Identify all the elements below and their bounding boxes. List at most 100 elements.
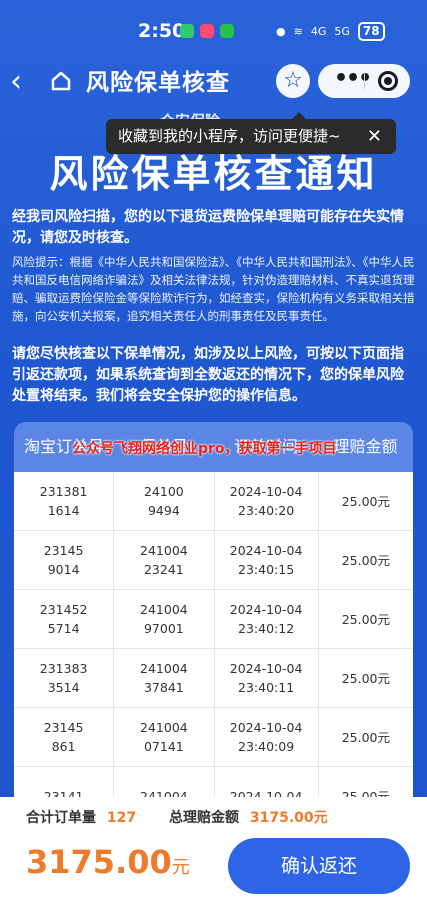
order-time-cell-line: 23:40:15 (238, 562, 295, 577)
wifi-icon: ≋ (293, 25, 303, 38)
order-number-cell-line: 3514 (47, 680, 80, 695)
totals-line: 合计订单量 127 总理赔金额 3175.00元 (26, 807, 328, 827)
claim-amount-cell-line: 25.00元 (341, 493, 390, 509)
claim-amount-cell: 25.00元 (319, 649, 413, 707)
confirm-return-button[interactable]: 确认返还 (228, 838, 410, 894)
policy-number-cell: 241004 97001 (114, 590, 215, 648)
order-number-cell: 23145 861 (14, 708, 115, 766)
order-number-cell: 231452 5714 (14, 590, 115, 648)
order-number-cell-line: 231381 (39, 484, 88, 499)
policy-number-cell-line: 23241 (143, 562, 184, 577)
close-icon[interactable]: ✕ (367, 119, 382, 154)
claim-amount-cell-line: 25.00元 (341, 552, 390, 568)
table-row: 231452 5714 241004 97001 2024-10-04 23:40:12 2… (14, 590, 413, 649)
tooltip-text: 收藏到我的小程序，访问更便捷~ (118, 127, 341, 145)
close-target-icon[interactable] (378, 71, 398, 91)
order-time-cell-line: 2024-10-04 (229, 661, 303, 676)
count-label: 合计订单量 (26, 810, 96, 826)
policy-number-cell-line: 241004 (140, 720, 188, 735)
policy-number-cell-line: 241004 (140, 543, 188, 558)
table-row: 231383 3514 241004 37841 2024-10-04 23:40:11 2… (14, 649, 413, 708)
app-green-icon (220, 24, 234, 38)
claim-amount-cell: 25.00元 (319, 708, 413, 766)
order-time-cell-line: 2024-10-04 (229, 484, 303, 499)
policy-number-cell-line: 97001 (143, 621, 184, 636)
notification-icons (180, 24, 234, 38)
order-number-cell: 231383 3514 (14, 649, 115, 707)
capsule-divider (364, 73, 365, 89)
claim-amount-cell-line: 25.00元 (341, 729, 390, 745)
table-row: 23145 861 241004 07141 2024-10-04 23:40:09 25.… (14, 708, 413, 767)
policy-number-cell-line: 9494 (147, 503, 180, 518)
nav-bar: ‹ 风险保单核查 ☆ ••• (0, 58, 427, 108)
headline: 风险保单核查通知 (49, 152, 378, 196)
watermark-text: 公众号飞翔网络创业pro，获取第一手项目 (72, 441, 337, 457)
big-amount-value: 3175.00 (26, 843, 172, 881)
favorite-tooltip: 收藏到我的小程序，访问更便捷~ ✕ (106, 112, 396, 154)
order-number-cell-line: 861 (51, 739, 76, 754)
claim-amount-cell: 25.00元 (319, 531, 413, 589)
order-number-cell-line: 231383 (39, 661, 88, 676)
back-icon[interactable]: ‹ (10, 64, 22, 100)
order-number-cell-line: 1614 (47, 503, 80, 518)
order-time-cell-line: 23:40:20 (238, 503, 295, 518)
footer-bar: 合计订单量 127 总理赔金额 3175.00元 3175.00元 确认返还 (0, 797, 427, 909)
policy-number-cell: 24100 9494 (114, 472, 215, 530)
order-time-cell: 2024-10-04 23:40:11 (215, 649, 319, 707)
order-time-cell-line: 23:40:11 (238, 680, 295, 695)
order-time-cell-line: 2024-10-04 (229, 720, 303, 735)
intro-text: 经我司风险扫描，您的以下退货运费险保单理赔可能存在失实情况，请您及时核查。 (12, 209, 404, 246)
total-value: 3175.00元 (249, 810, 328, 826)
policy-number-cell: 241004 37841 (114, 649, 215, 707)
big-amount-unit: 元 (171, 857, 190, 878)
policy-table: 淘宝订单号 保单号 订单时间 理赔金额 231381 1614 24100 9494 2… (14, 422, 413, 802)
table-row: 231381 1614 24100 9494 2024-10-04 23:40:20 25.… (14, 472, 413, 531)
big-amount: 3175.00元 (26, 843, 190, 881)
app-red-icon (200, 24, 214, 38)
table-row: 23145 9014 241004 23241 2024-10-04 23:40:15 25… (14, 531, 413, 590)
count-value: 127 (106, 810, 137, 826)
policy-number-cell-line: 241004 (140, 602, 188, 617)
miniprogram-capsule: ••• (318, 64, 410, 98)
order-time-cell-line: 23:40:09 (238, 739, 295, 754)
home-icon[interactable] (50, 70, 72, 96)
claim-amount-cell-line: 25.00元 (341, 670, 390, 686)
order-number-cell-line: 9014 (47, 562, 80, 577)
order-time-cell: 2024-10-04 23:40:15 (215, 531, 319, 589)
policy-number-cell-line: 24100 (143, 484, 184, 499)
policy-number-cell-line: 07141 (143, 739, 184, 754)
order-number-cell: 23145 9014 (14, 531, 115, 589)
battery-icon: 78 (357, 22, 385, 41)
claim-amount-cell-line: 25.00元 (341, 611, 390, 627)
status-bar: 2:50 ● ≋ 4G 5G 78 (0, 0, 427, 62)
status-right: ● ≋ 4G 5G 78 (276, 22, 385, 41)
mic-icon: ● (276, 25, 286, 38)
status-time: 2:50 (138, 20, 186, 42)
claim-amount-cell: 25.00元 (319, 590, 413, 648)
order-time-cell: 2024-10-04 23:40:09 (215, 708, 319, 766)
policy-number-cell: 241004 23241 (114, 531, 215, 589)
signal-4g: 4G (310, 25, 327, 38)
total-label: 总理赔金额 (168, 810, 239, 826)
order-number-cell-line: 5714 (47, 621, 80, 636)
order-number-cell-line: 23145 (43, 543, 84, 558)
risk-notice: 风险提示：根据《中华人民共和国保险法》、《中华人民共和国刑法》、《中华人民共和国… (12, 255, 415, 323)
instruction-text: 请您尽快核查以下保单情况，如涉及以上风险，可按以下页面指引返还款项，如果系统查询… (12, 346, 404, 404)
policy-number-cell: 241004 07141 (114, 708, 215, 766)
favorite-star-icon[interactable]: ☆ (276, 64, 310, 98)
order-number-cell-line: 23145 (43, 720, 84, 735)
order-time-cell-line: 2024-10-04 (229, 543, 303, 558)
order-number-cell-line: 231452 (39, 602, 88, 617)
claim-amount-cell: 25.00元 (319, 472, 413, 530)
policy-number-cell-line: 37841 (143, 680, 184, 695)
order-number-cell: 231381 1614 (14, 472, 115, 530)
order-time-cell-line: 23:40:12 (238, 621, 295, 636)
order-time-cell: 2024-10-04 23:40:12 (215, 590, 319, 648)
order-time-cell: 2024-10-04 23:40:20 (215, 472, 319, 530)
wechat-icon (180, 24, 194, 38)
policy-number-cell-line: 241004 (140, 661, 188, 676)
page-title: 风险保单核查 (86, 70, 230, 96)
signal-5g: 5G (334, 25, 350, 38)
table-body: 231381 1614 24100 9494 2024-10-04 23:40:20 25.… (14, 472, 413, 802)
order-time-cell-line: 2024-10-04 (229, 602, 303, 617)
